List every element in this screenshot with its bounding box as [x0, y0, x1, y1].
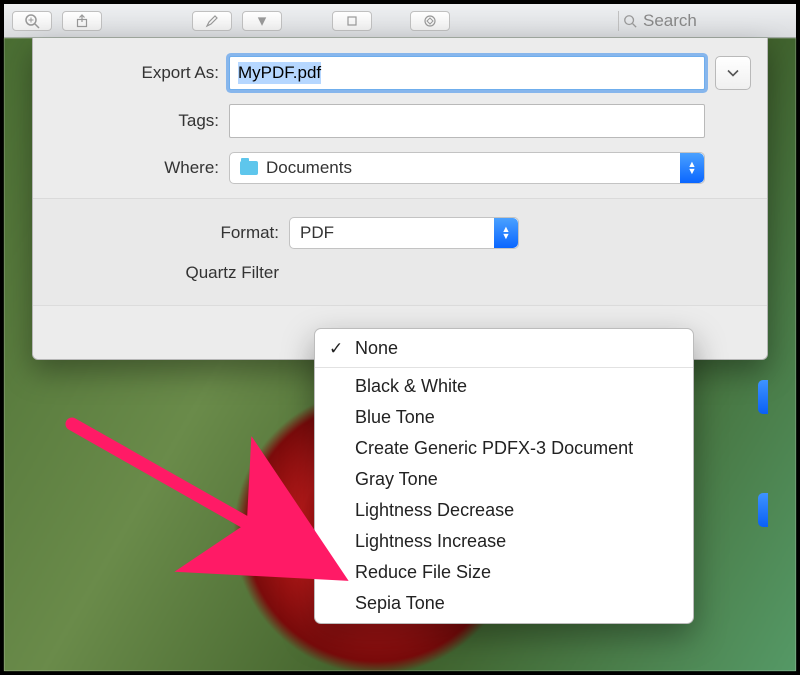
menu-item-lightness-increase[interactable]: Lightness Increase: [315, 526, 693, 557]
where-value: Documents: [266, 158, 352, 178]
where-label: Where:: [49, 158, 219, 178]
zoom-icon[interactable]: [12, 11, 52, 31]
where-popup[interactable]: Documents ▲▼: [229, 152, 705, 184]
search-icon: [623, 14, 637, 28]
app-toolbar: Search: [4, 4, 796, 38]
format-value: PDF: [300, 223, 334, 243]
markup-dropdown-icon[interactable]: [242, 11, 282, 31]
menu-item-lightness-decrease[interactable]: Lightness Decrease: [315, 495, 693, 526]
markup-toolbar-icon[interactable]: [410, 11, 450, 31]
menu-item-none[interactable]: ✓ None: [315, 333, 693, 364]
updown-icon: ▲▼: [680, 153, 704, 183]
menu-separator: [315, 367, 693, 368]
format-label: Format:: [49, 223, 279, 243]
expand-save-dialog-button[interactable]: [715, 56, 751, 90]
chevron-down-icon: [727, 69, 739, 77]
menu-item-gray-tone[interactable]: Gray Tone: [315, 464, 693, 495]
updown-icon: ▲▼: [494, 218, 518, 248]
menu-item-pdfx3[interactable]: Create Generic PDFX-3 Document: [315, 433, 693, 464]
tags-label: Tags:: [49, 111, 219, 131]
folder-icon: [240, 161, 258, 175]
export-as-value: MyPDF.pdf: [238, 62, 321, 84]
menu-item-blue-tone[interactable]: Blue Tone: [315, 402, 693, 433]
menu-item-black-white[interactable]: Black & White: [315, 371, 693, 402]
toolbar-search[interactable]: Search: [618, 11, 788, 31]
quartz-filter-label: Quartz Filter: [49, 263, 279, 283]
quartz-filter-menu[interactable]: ✓ None Black & White Blue Tone Create Ge…: [314, 328, 694, 624]
menu-item-sepia-tone[interactable]: Sepia Tone: [315, 588, 693, 619]
quartz-popup-edge[interactable]: [758, 380, 768, 414]
checkmark-icon: ✓: [329, 339, 343, 359]
format-popup[interactable]: PDF ▲▼: [289, 217, 519, 249]
menu-item-reduce-file-size[interactable]: Reduce File Size: [315, 557, 693, 588]
export-as-field[interactable]: MyPDF.pdf: [229, 56, 705, 90]
search-placeholder: Search: [643, 11, 697, 31]
tags-field[interactable]: [229, 104, 705, 138]
share-icon[interactable]: [62, 11, 102, 31]
export-as-label: Export As:: [49, 63, 219, 83]
highlight-icon[interactable]: [192, 11, 232, 31]
save-button-edge[interactable]: [758, 493, 768, 527]
export-dialog: Export As: MyPDF.pdf Tags: Where: Docume…: [32, 38, 768, 360]
rotate-icon[interactable]: [332, 11, 372, 31]
